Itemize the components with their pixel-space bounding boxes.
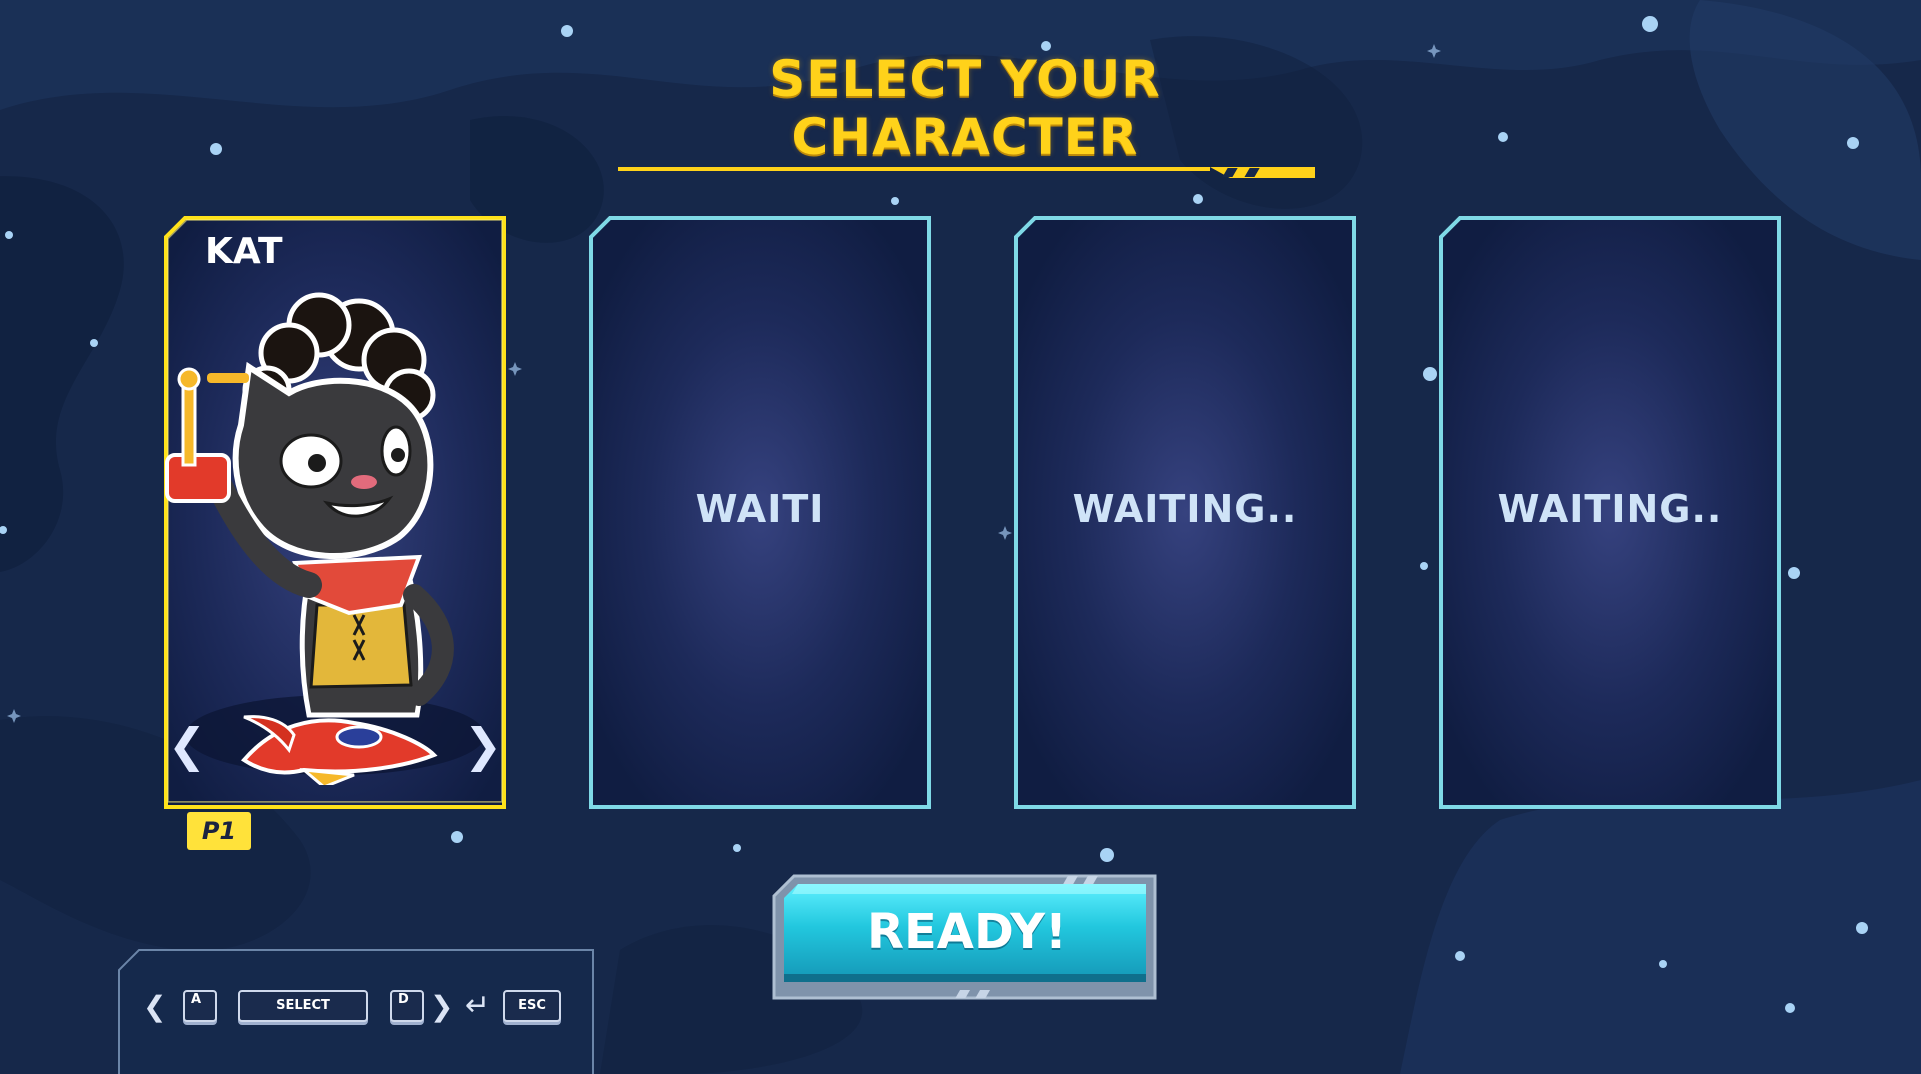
key-d-label: D: [398, 992, 409, 1007]
player-badge: P1: [187, 812, 251, 850]
key-a: A: [183, 990, 217, 1022]
prev-character-button[interactable]: ❮: [167, 715, 207, 775]
key-a-label: A: [191, 992, 202, 1007]
key-esc: ESC: [503, 990, 561, 1022]
controls-hint-panel: ❮ A SELECT D ❯ ↵ ESC: [117, 948, 595, 1074]
title-underline: [618, 167, 1315, 178]
waiting-status: WAITI: [695, 487, 825, 531]
key-select-label: SELECT: [276, 998, 330, 1013]
enter-icon: ↵: [465, 988, 491, 1023]
ready-button-frame: [772, 874, 1157, 1000]
character-kat-portrait: [165, 292, 454, 785]
key-esc-label: ESC: [518, 998, 546, 1013]
ready-button[interactable]: READY!: [772, 874, 1157, 1002]
player-slot-4: WAITING..: [1438, 215, 1782, 810]
key-select: SELECT: [238, 990, 368, 1022]
chevron-right-icon: ❯: [430, 990, 454, 1023]
title-area: SELECT YOUR CHARACTER: [610, 50, 1320, 178]
player-slot-3: WAITING..: [1013, 215, 1357, 810]
player-slot-1[interactable]: KAT ❮ ❯ P1: [163, 215, 507, 850]
waiting-status: WAITING..: [1072, 487, 1298, 531]
waiting-status: WAITING..: [1497, 487, 1723, 531]
key-d: D: [390, 990, 424, 1022]
chevron-left-icon: ❮: [167, 718, 207, 772]
player-slot-2: WAITI: [588, 215, 932, 810]
character-name: KAT: [205, 231, 283, 272]
chevron-left-icon: ❮: [143, 990, 167, 1023]
chevron-right-icon: ❯: [463, 718, 503, 772]
next-character-button[interactable]: ❯: [463, 715, 503, 775]
